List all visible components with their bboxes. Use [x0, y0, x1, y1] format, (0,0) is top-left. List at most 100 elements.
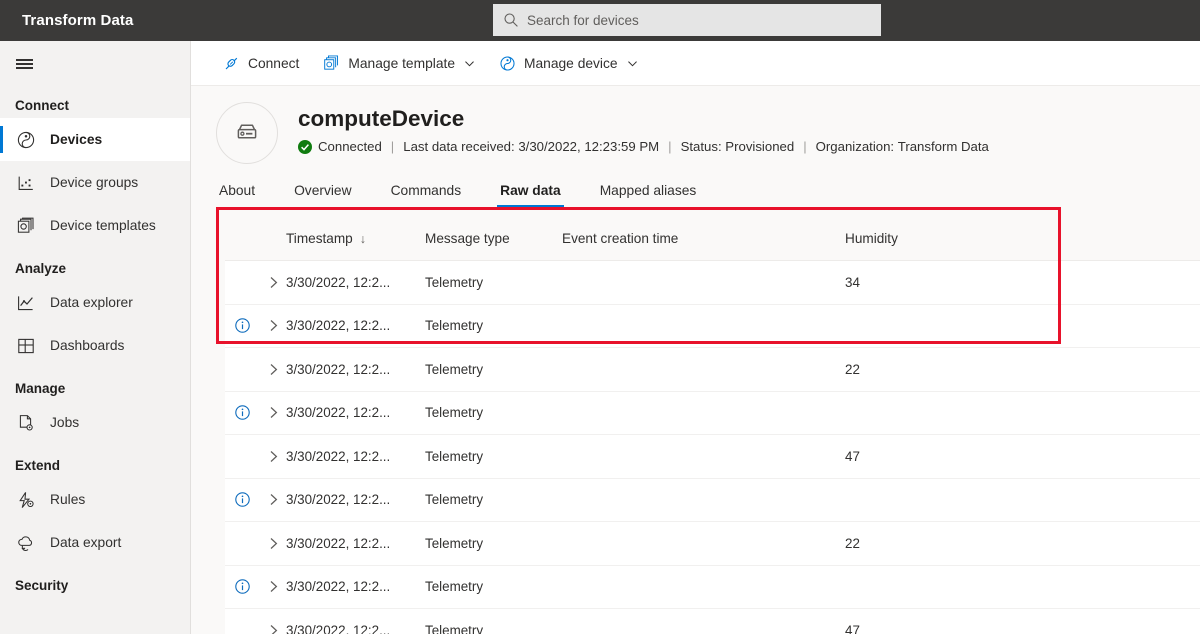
connect-button[interactable]: Connect: [216, 45, 306, 81]
search-input[interactable]: Search for devices: [493, 4, 881, 36]
sidebar-item-device-templates[interactable]: Device templates: [0, 204, 190, 247]
manage-template-icon: [324, 54, 339, 70]
sidebar-item-data-explorer[interactable]: Data explorer: [0, 281, 190, 324]
hamburger-menu-icon[interactable]: [0, 44, 48, 84]
sidebar-item-label: Rules: [50, 492, 86, 507]
cell-humidity: 22: [845, 535, 860, 551]
sort-descending-icon: ↓: [359, 232, 366, 246]
sidebar-item-label: Device templates: [50, 218, 156, 233]
cell-timestamp: 3/30/2022, 12:2...: [286, 405, 391, 421]
chevron-down-icon[interactable]: [627, 58, 638, 69]
cell-humidity: 47: [845, 448, 860, 464]
table-row[interactable]: 3/30/2022, 12:2... Telemetry 47: [225, 609, 1200, 634]
row-expand-chevron-icon[interactable]: [260, 362, 286, 377]
row-expand-chevron-icon[interactable]: [260, 579, 286, 594]
tab-about[interactable]: About: [216, 183, 258, 207]
cell-timestamp: 3/30/2022, 12:2...: [286, 492, 391, 508]
table-row[interactable]: 3/30/2022, 12:2... Telemetry 47: [225, 435, 1200, 479]
sidebar-item-jobs[interactable]: Jobs: [0, 401, 190, 444]
column-header-humidity[interactable]: Humidity: [845, 231, 1045, 246]
sidebar-item-label: Jobs: [50, 415, 80, 430]
row-expand-chevron-icon[interactable]: [260, 623, 286, 634]
avatar: [216, 102, 278, 164]
manage-template-button[interactable]: Manage template: [316, 45, 482, 81]
command-label: Manage template: [348, 55, 455, 71]
column-header-message-type[interactable]: Message type: [425, 231, 562, 246]
provisioning-status-value: Provisioned: [725, 139, 795, 154]
info-icon[interactable]: [225, 405, 260, 420]
table-body: 3/30/2022, 12:2... Telemetry 34 3/30/2022, …: [225, 261, 1200, 634]
cell-message-type: Telemetry: [425, 579, 484, 595]
device-status-line: Connected | Last data received: 3/30/202…: [298, 139, 989, 154]
info-icon[interactable]: [225, 492, 260, 507]
cell-message-type: Telemetry: [425, 405, 484, 421]
sidebar-item-data-export[interactable]: Data export: [0, 521, 190, 564]
connected-check-icon: [298, 139, 312, 154]
sidebar-group-analyze: Analyze: [15, 260, 67, 276]
table-row[interactable]: 3/30/2022, 12:2... Telemetry: [225, 304, 1200, 348]
column-label: Message type: [425, 231, 510, 246]
sidebar-item-label: Data explorer: [50, 295, 133, 310]
device-templates-icon: [15, 215, 37, 237]
page-title: computeDevice: [298, 106, 465, 131]
table-row[interactable]: 3/30/2022, 12:2... Telemetry: [225, 565, 1200, 609]
tab-mapped-aliases[interactable]: Mapped aliases: [597, 183, 700, 207]
cell-message-type: Telemetry: [425, 448, 484, 464]
status-separator: |: [803, 139, 807, 154]
sidebar-item-dashboards[interactable]: Dashboards: [0, 324, 190, 367]
jobs-icon: [15, 412, 37, 434]
sidebar-item-label: Devices: [50, 132, 103, 147]
sidebar-item-device-groups[interactable]: Device groups: [0, 161, 190, 204]
command-label: Connect: [248, 55, 300, 71]
cell-humidity: 22: [845, 361, 860, 377]
status-separator: |: [390, 139, 395, 154]
manage-device-button[interactable]: Manage device: [492, 45, 645, 81]
row-expand-chevron-icon[interactable]: [260, 405, 286, 420]
sidebar-group-manage: Manage: [15, 380, 66, 396]
raw-data-table: Timestamp ↓ Message type Event creation t…: [225, 217, 1200, 634]
tab-raw-data[interactable]: Raw data: [497, 183, 564, 207]
status-separator: |: [668, 139, 672, 154]
table-row[interactable]: 3/30/2022, 12:2... Telemetry 22: [225, 348, 1200, 392]
table-row[interactable]: 3/30/2022, 12:2... Telemetry 34: [225, 261, 1200, 305]
rules-icon: [15, 489, 37, 511]
tab-overview[interactable]: Overview: [291, 183, 355, 207]
row-expand-chevron-icon[interactable]: [260, 536, 286, 551]
search-placeholder-text: Search for devices: [527, 12, 639, 28]
info-icon[interactable]: [225, 579, 260, 594]
last-data-received-label: Last data received:: [403, 139, 515, 154]
row-expand-chevron-icon[interactable]: [260, 318, 286, 333]
command-bar: Connect Manage template Manage device: [191, 41, 1200, 86]
row-expand-chevron-icon[interactable]: [260, 492, 286, 507]
search-icon: [504, 13, 518, 27]
table-row[interactable]: 3/30/2022, 12:2... Telemetry: [225, 391, 1200, 435]
server-device-icon: [237, 124, 257, 139]
row-expand-chevron-icon[interactable]: [260, 449, 286, 464]
sidebar-group-extend: Extend: [15, 457, 61, 473]
row-expand-chevron-icon[interactable]: [260, 275, 286, 290]
cell-message-type: Telemetry: [425, 492, 484, 508]
chevron-down-icon[interactable]: [464, 58, 475, 69]
app-brand-title: Transform Data: [22, 12, 134, 29]
manage-device-icon: [500, 55, 515, 71]
table-row[interactable]: 3/30/2022, 12:2... Telemetry: [225, 478, 1200, 522]
sidebar-group-security: Security: [15, 577, 69, 593]
command-label: Manage device: [524, 55, 618, 71]
info-icon[interactable]: [225, 318, 260, 333]
device-header: computeDevice Connected | Last data rece…: [191, 86, 1200, 169]
table-row[interactable]: 3/30/2022, 12:2... Telemetry 22: [225, 522, 1200, 566]
last-data-received-value: 3/30/2022, 12:23:59 PM: [518, 139, 660, 154]
devices-icon: [15, 129, 37, 151]
sidebar-item-rules[interactable]: Rules: [0, 478, 190, 521]
device-tabs: About Overview Commands Raw data Mapped …: [191, 169, 1200, 207]
tab-commands[interactable]: Commands: [388, 183, 465, 207]
cell-message-type: Telemetry: [425, 318, 484, 334]
sidebar-item-devices[interactable]: Devices: [0, 118, 190, 161]
column-header-event-creation-time[interactable]: Event creation time: [562, 231, 845, 246]
device-groups-icon: [15, 172, 37, 194]
cell-timestamp: 3/30/2022, 12:2...: [286, 622, 391, 634]
data-export-icon: [15, 532, 37, 554]
cell-timestamp: 3/30/2022, 12:2...: [286, 274, 391, 290]
column-header-timestamp[interactable]: Timestamp ↓: [286, 231, 425, 246]
cell-timestamp: 3/30/2022, 12:2...: [286, 448, 391, 464]
